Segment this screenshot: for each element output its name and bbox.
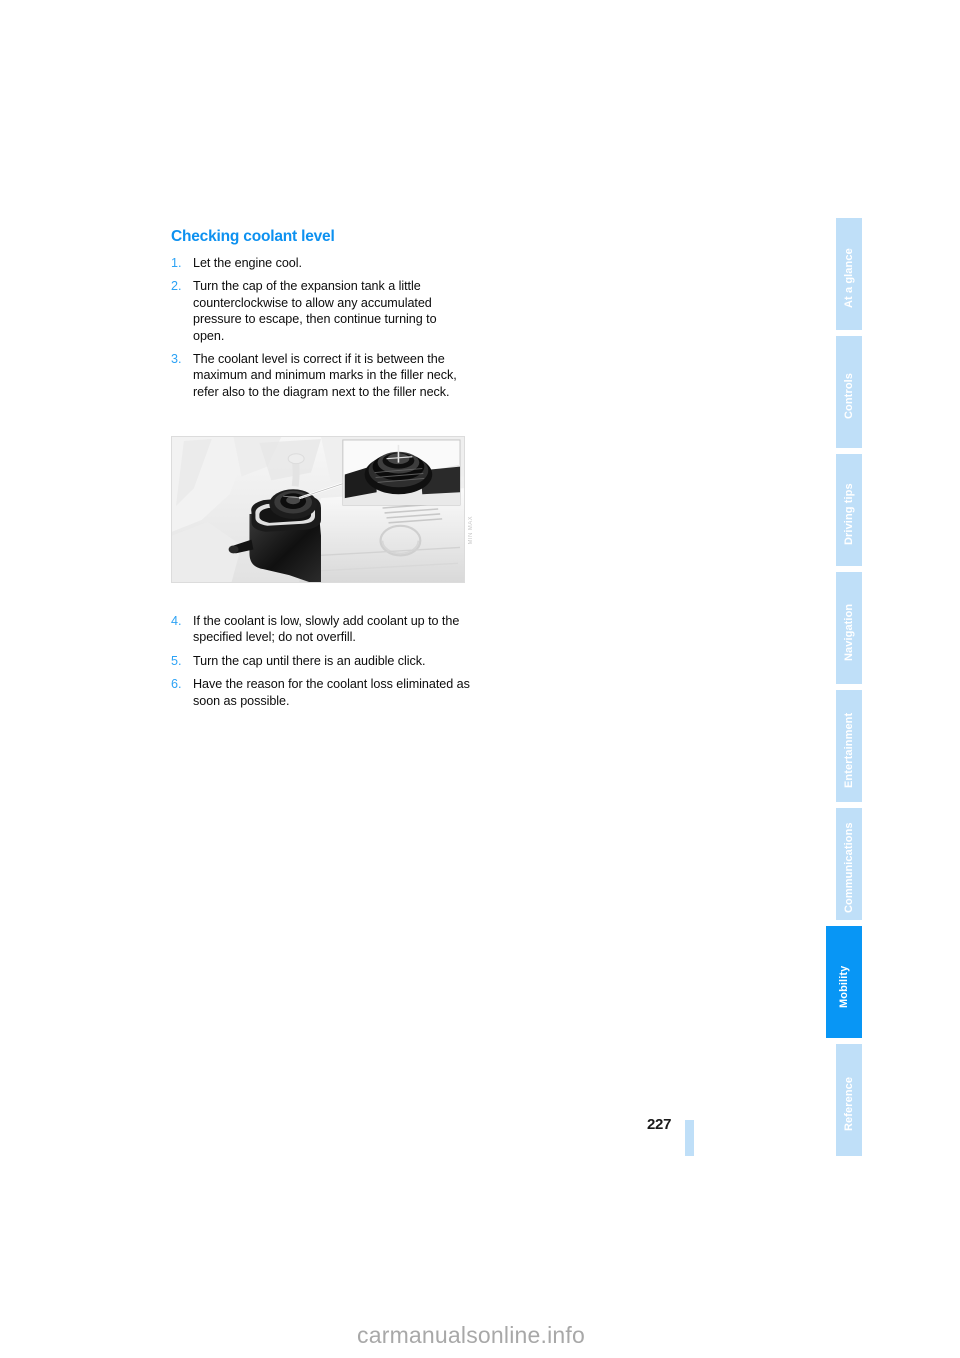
list-item-number: 6.: [171, 677, 182, 692]
list-item-number: 2.: [171, 279, 182, 294]
sidebar-tab-mobility[interactable]: Mobility: [826, 926, 862, 1038]
sidebar-tab-controls[interactable]: Controls: [836, 336, 862, 448]
list-item-text: Turn the cap of the expansion tank a lit…: [193, 279, 437, 343]
sidebar-tab-label: At a glance: [843, 248, 855, 308]
site-watermark: carmanualsonline.info: [357, 1322, 585, 1348]
list-item: 2. Turn the cap of the expansion tank a …: [171, 278, 471, 344]
manual-page: Checking coolant level 1. Let the engine…: [0, 0, 960, 1358]
list-item-text: Turn the cap until there is an audible c…: [193, 653, 426, 668]
list-item: 1. Let the engine cool.: [171, 255, 471, 271]
list-item-text: If the coolant is low, slowly add coolan…: [193, 614, 460, 645]
list-item-number: 4.: [171, 614, 182, 628]
sidebar-tab-label: Communications: [843, 822, 855, 914]
list-item: 3. The coolant level is correct if it is…: [171, 351, 471, 400]
list-item: 5. Turn the cap until there is an audibl…: [171, 653, 471, 669]
list-item-number: 5.: [171, 653, 182, 668]
page-number: 227: [647, 1116, 672, 1133]
figure-reference-code: MIN MAX: [468, 516, 474, 545]
sidebar-tab-label: Mobility: [838, 965, 850, 1009]
sidebar-tab-entertainment[interactable]: Entertainment: [836, 690, 862, 802]
instruction-list-upper: 1. Let the engine cool. 2. Turn the cap …: [171, 255, 471, 400]
sidebar-tab-communications[interactable]: Communications: [836, 808, 862, 920]
coolant-tank-figure: [171, 436, 465, 583]
sidebar-tab-label: Entertainment: [843, 712, 855, 788]
content-column: Checking coolant level 1. Let the engine…: [171, 228, 471, 407]
sidebar-tab-label: Reference: [843, 1076, 855, 1132]
sidebar-tab-label: Driving tips: [843, 483, 855, 545]
sidebar-tab-at-a-glance[interactable]: At a glance: [836, 218, 862, 330]
sidebar-tab-label: Controls: [843, 372, 855, 420]
sidebar-tab-navigation[interactable]: Navigation: [836, 572, 862, 684]
list-item-text: The coolant level is correct if it is be…: [193, 352, 457, 399]
engine-bay-illustration: [172, 437, 464, 582]
sidebar-tab-driving-tips[interactable]: Driving tips: [836, 454, 862, 566]
list-item-text: Let the engine cool.: [193, 256, 302, 270]
list-item-text: Have the reason for the coolant loss eli…: [193, 677, 470, 708]
list-item: 6. Have the reason for the coolant loss …: [171, 676, 471, 709]
page-number-bar: [685, 1120, 694, 1156]
page-title: Checking coolant level: [171, 228, 335, 245]
sidebar-tab-reference[interactable]: Reference: [836, 1044, 862, 1156]
sidebar-tab-label: Navigation: [843, 603, 855, 661]
instruction-list-lower: 4. If the coolant is low, slowly add coo…: [171, 613, 471, 709]
list-item-number: 1.: [171, 256, 182, 270]
list-item: 4. If the coolant is low, slowly add coo…: [171, 613, 471, 646]
content-column-lower: 4. If the coolant is low, slowly add coo…: [171, 613, 471, 716]
list-item-number: 3.: [171, 352, 182, 367]
section-tab-rail: At a glance Controls Driving tips Naviga…: [826, 218, 862, 1210]
